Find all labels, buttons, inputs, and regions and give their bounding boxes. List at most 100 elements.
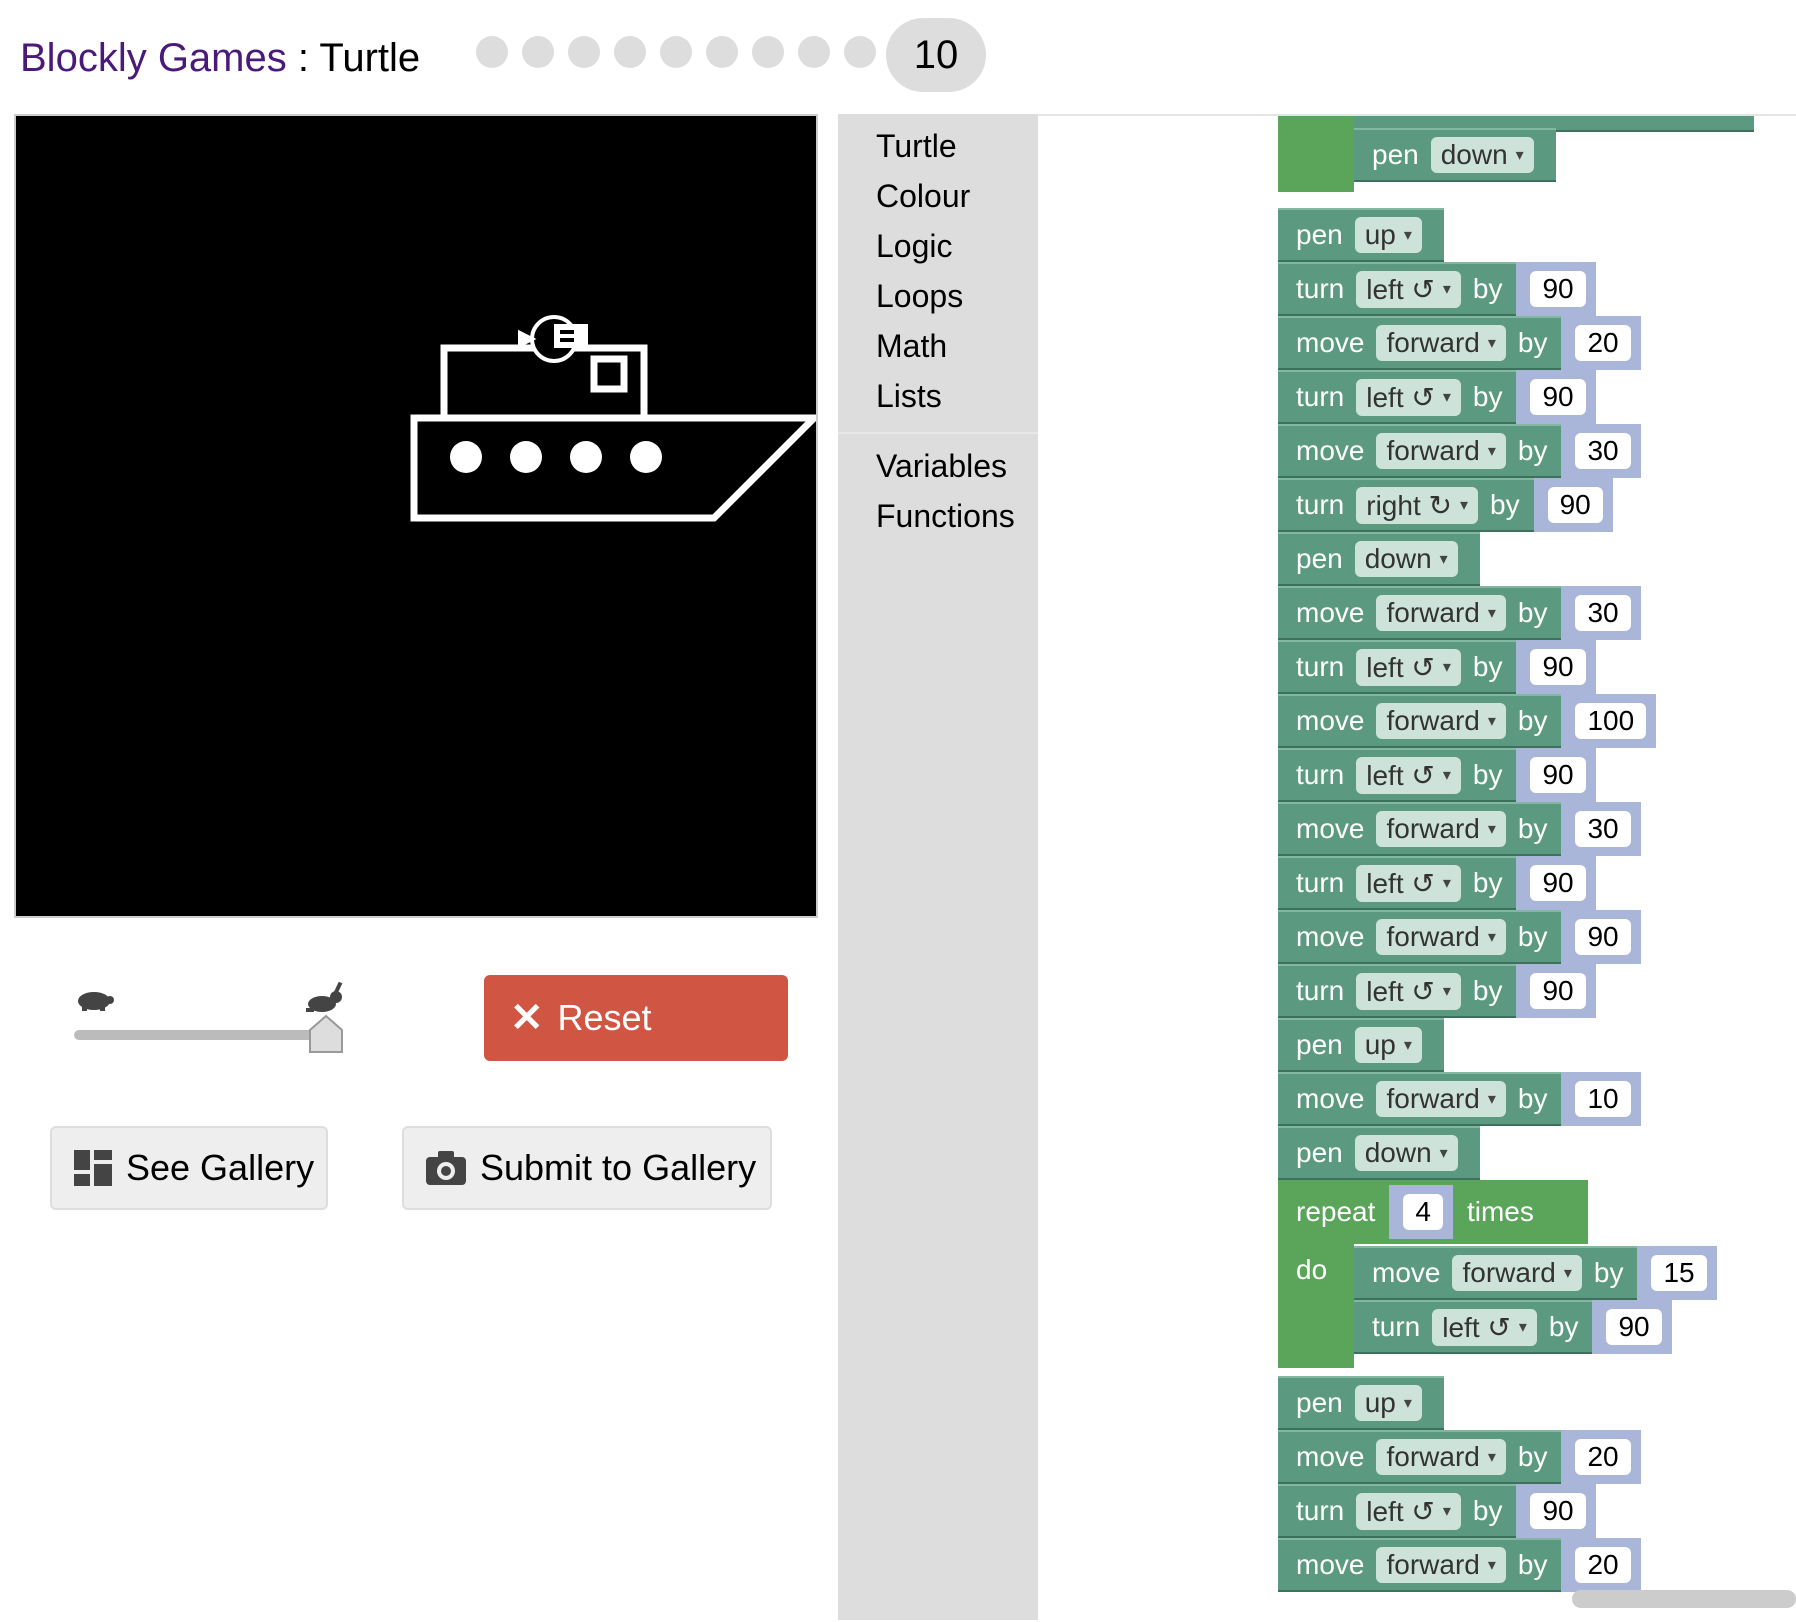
turn-dropdown[interactable]: left ↺ ▾ [1356, 378, 1461, 416]
number-field[interactable]: 90 [1530, 271, 1586, 307]
toolbox-category-functions[interactable]: Functions [876, 498, 1015, 535]
toolbox-category-variables[interactable]: Variables [876, 448, 1007, 485]
slider-track[interactable] [74, 1030, 324, 1040]
pen-block[interactable]: pen down ▾ [1278, 532, 1480, 586]
number-field[interactable]: 30 [1575, 595, 1631, 631]
repeat-block-side[interactable]: do [1278, 1244, 1354, 1368]
repeat-block-body[interactable] [1278, 116, 1354, 192]
level-dot[interactable] [568, 36, 600, 68]
pen-dropdown[interactable]: down ▾ [1430, 137, 1534, 173]
turn-block[interactable]: turn left ↺ ▾ by 90 [1278, 1484, 1596, 1538]
turn-dropdown[interactable]: left ↺ ▾ [1356, 864, 1461, 902]
turn-dropdown[interactable]: left ↺ ▾ [1356, 270, 1461, 308]
number-field[interactable]: 90 [1530, 865, 1586, 901]
turn-block[interactable]: turn left ↺ ▾ by 90 [1278, 640, 1596, 694]
level-dot[interactable] [660, 36, 692, 68]
number-field[interactable]: 90 [1530, 649, 1586, 685]
level-dot[interactable] [476, 36, 508, 68]
move-block[interactable]: move forward ▾ by 90 [1278, 910, 1641, 964]
move-block[interactable]: move forward ▾ by 30 [1278, 802, 1641, 856]
speed-slider[interactable] [70, 980, 360, 1053]
move-block[interactable]: move forward ▾ by 20 [1278, 1538, 1641, 1592]
level-dot[interactable] [844, 36, 876, 68]
turn-dropdown[interactable]: left ↺ ▾ [1356, 1492, 1461, 1530]
pen-dropdown[interactable]: up ▾ [1354, 1027, 1422, 1063]
submit-to-gallery-button[interactable]: Submit to Gallery [402, 1126, 772, 1210]
move-dropdown[interactable]: forward ▾ [1376, 595, 1506, 631]
number-field[interactable]: 100 [1575, 703, 1647, 739]
toolbox-category-colour[interactable]: Colour [876, 178, 970, 215]
pen-block[interactable]: pen down ▾ [1354, 128, 1556, 182]
toolbox-category-math[interactable]: Math [876, 328, 947, 365]
move-dropdown[interactable]: forward ▾ [1376, 1081, 1506, 1117]
level-dot[interactable] [522, 36, 554, 68]
number-field[interactable]: 90 [1530, 1493, 1586, 1529]
move-block[interactable]: move forward ▾ by 30 [1278, 586, 1641, 640]
number-field[interactable]: 15 [1651, 1255, 1707, 1291]
repeat-block[interactable]: repeat 4 times [1278, 1180, 1556, 1244]
brand-link[interactable]: Blockly Games [20, 36, 287, 80]
turn-block[interactable]: turn left ↺ ▾ by 90 [1278, 748, 1596, 802]
pen-dropdown[interactable]: up ▾ [1354, 217, 1422, 253]
number-field[interactable]: 90 [1575, 919, 1631, 955]
reset-button[interactable]: ✕ Reset [484, 975, 788, 1061]
move-dropdown[interactable]: forward ▾ [1376, 703, 1506, 739]
pen-block[interactable]: pen up ▾ [1278, 1018, 1444, 1072]
see-gallery-button[interactable]: See Gallery [50, 1126, 328, 1210]
turn-block[interactable]: turn left ↺ ▾ by 90 [1354, 1300, 1672, 1354]
pen-dropdown[interactable]: down ▾ [1354, 1135, 1458, 1171]
turn-dropdown[interactable]: left ↺ ▾ [1432, 1308, 1537, 1346]
move-block[interactable]: move forward ▾ by 20 [1278, 1430, 1641, 1484]
number-field[interactable]: 30 [1575, 811, 1631, 847]
level-dot[interactable] [752, 36, 784, 68]
level-dot[interactable] [614, 36, 646, 68]
move-block[interactable]: move forward ▾ by 30 [1278, 424, 1641, 478]
move-dropdown[interactable]: forward ▾ [1376, 433, 1506, 469]
move-dropdown[interactable]: forward ▾ [1376, 325, 1506, 361]
number-field[interactable]: 90 [1547, 487, 1603, 523]
move-dropdown[interactable]: forward ▾ [1376, 919, 1506, 955]
toolbox-category-logic[interactable]: Logic [876, 228, 953, 265]
number-field[interactable]: 30 [1575, 433, 1631, 469]
move-dropdown[interactable]: forward ▾ [1376, 811, 1506, 847]
move-block[interactable]: move forward ▾ by 100 [1278, 694, 1657, 748]
turn-dropdown[interactable]: left ↺ ▾ [1356, 756, 1461, 794]
repeat-count-field[interactable]: 4 [1403, 1194, 1443, 1230]
toolbox-category-turtle[interactable]: Turtle [876, 128, 957, 165]
number-field[interactable]: 20 [1575, 325, 1631, 361]
move-dropdown[interactable]: forward ▾ [1376, 1547, 1506, 1583]
number-field[interactable]: 90 [1606, 1309, 1662, 1345]
number-field[interactable]: 10 [1575, 1081, 1631, 1117]
move-block[interactable]: move forward ▾ by 10 [1278, 1072, 1641, 1126]
block-workspace[interactable]: pen down ▾ pen up ▾ turn left ↺ ▾ by 90 move forward… [1038, 114, 1796, 1622]
turn-block[interactable]: turn left ↺ ▾ by 90 [1278, 262, 1596, 316]
move-block[interactable]: move forward ▾ by 20 [1278, 316, 1641, 370]
toolbox-category-lists[interactable]: Lists [876, 378, 942, 415]
number-field[interactable]: 20 [1575, 1547, 1631, 1583]
workspace-scrollbar[interactable] [1572, 1590, 1796, 1608]
move-dropdown[interactable]: forward ▾ [1376, 1439, 1506, 1475]
number-field[interactable]: 20 [1575, 1439, 1631, 1475]
turn-block[interactable]: turn left ↺ ▾ by 90 [1278, 370, 1596, 424]
turn-block[interactable]: turn right ↻ ▾ by 90 [1278, 478, 1613, 532]
toolbox-category-loops[interactable]: Loops [876, 278, 963, 315]
turn-block[interactable]: turn left ↺ ▾ by 90 [1278, 964, 1596, 1018]
move-dropdown[interactable]: forward ▾ [1452, 1255, 1582, 1291]
level-dot[interactable] [706, 36, 738, 68]
current-level-badge[interactable]: 10 [886, 18, 986, 92]
slider-handle[interactable] [308, 1014, 344, 1054]
number-field[interactable]: 90 [1530, 757, 1586, 793]
number-field[interactable]: 90 [1530, 973, 1586, 1009]
turn-dropdown[interactable]: left ↺ ▾ [1356, 648, 1461, 686]
pen-dropdown[interactable]: up ▾ [1354, 1385, 1422, 1421]
pen-block[interactable]: pen up ▾ [1278, 208, 1444, 262]
turn-block[interactable]: turn left ↺ ▾ by 90 [1278, 856, 1596, 910]
turn-dropdown[interactable]: left ↺ ▾ [1356, 972, 1461, 1010]
level-dot[interactable] [798, 36, 830, 68]
pen-block[interactable]: pen down ▾ [1278, 1126, 1480, 1180]
turn-dropdown[interactable]: right ↻ ▾ [1356, 486, 1478, 524]
move-block[interactable]: move forward ▾ by 15 [1354, 1246, 1717, 1300]
pen-dropdown[interactable]: down ▾ [1354, 541, 1458, 577]
number-field[interactable]: 90 [1530, 379, 1586, 415]
pen-block[interactable]: pen up ▾ [1278, 1376, 1444, 1430]
